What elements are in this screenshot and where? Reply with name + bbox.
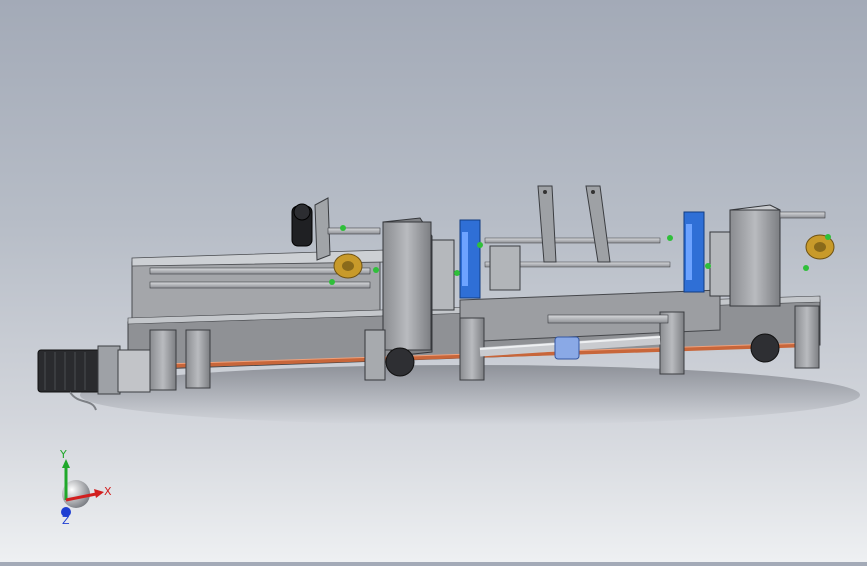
shaft-support-top	[547, 314, 669, 324]
right-head-box	[729, 209, 781, 307]
motor-coupling-housing	[117, 349, 151, 393]
bearing-block-right	[794, 305, 820, 369]
orientation-triad[interactable]: Y X Z	[59, 448, 112, 527]
left-head-plate	[431, 239, 455, 311]
linear-rail-lower	[149, 281, 371, 289]
center-linkage	[484, 185, 671, 291]
bearing-block-left	[149, 329, 177, 391]
cad-viewport[interactable]: Y X Z	[0, 0, 867, 562]
bearing-block-2	[185, 329, 211, 389]
center-rod-1	[484, 237, 661, 244]
upper-guide-rod	[327, 227, 381, 235]
triad-y-label: Y	[59, 448, 67, 461]
left-head-slider	[364, 329, 386, 381]
left-head-pulley	[385, 347, 415, 377]
hanging-arm-2	[585, 185, 611, 263]
hanging-arm-1	[537, 185, 557, 263]
right-head-pulley	[750, 333, 780, 363]
flexible-coupling	[554, 336, 580, 360]
left-head-box-front	[382, 221, 432, 351]
right-head-plate	[709, 231, 731, 297]
motor-flange	[97, 345, 121, 395]
center-block	[489, 245, 521, 291]
assembly-canvas: Y X Z	[37, 185, 860, 527]
blue-clamp-left	[459, 219, 481, 299]
triad-z-label: Z	[62, 514, 70, 527]
motor-body	[37, 349, 101, 393]
triad-x-label: X	[104, 485, 112, 498]
right-upper-rod	[779, 211, 826, 219]
blue-clamp-right	[683, 211, 705, 293]
